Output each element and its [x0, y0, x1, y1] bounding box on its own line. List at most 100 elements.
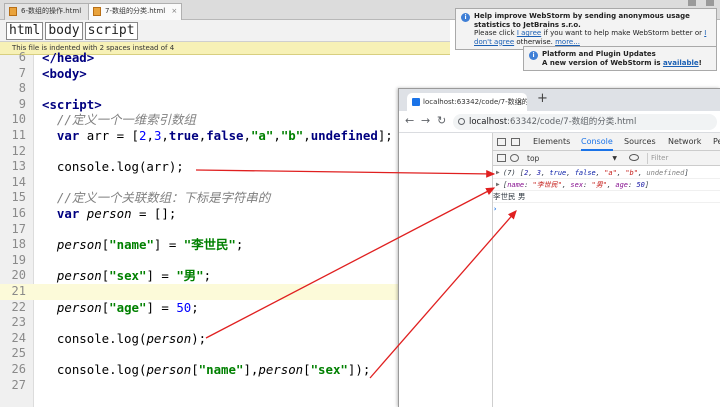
more-link[interactable]: more... [555, 38, 580, 46]
console-line-assoc[interactable]: ▶ [name: "李世民", sex: "男", age: 50] [493, 179, 720, 191]
notification-text: Please click [474, 29, 515, 37]
notification-text: if you want to help make WebStorm better… [543, 29, 702, 37]
line-number: 11 [11, 128, 26, 142]
code-text: console.log(arr); [42, 159, 184, 175]
code-text: //定义一个一维索引数组 [42, 112, 196, 128]
notification-text: A new version of WebStorm is [542, 58, 661, 67]
line-number: 24 [11, 330, 26, 345]
usage-stats-notification: i Help improve WebStorm by sending anony… [455, 8, 717, 50]
devtools-tab-bar: Elements Console Sources Network Pe [493, 133, 720, 151]
code-text: person["age"] = 50; [56, 299, 199, 315]
code-text: var person = []; [56, 206, 177, 221]
forward-icon[interactable]: → [421, 114, 430, 127]
tab-label: 7-数组的分类.html [105, 7, 166, 15]
tab-sources[interactable]: Sources [624, 133, 656, 151]
context-select[interactable]: top ▼ [523, 153, 619, 164]
line-number: 19 [11, 252, 26, 267]
clear-console-icon[interactable] [510, 154, 519, 162]
breadcrumb-body[interactable]: body [45, 21, 83, 40]
line-number: 18 [11, 237, 26, 252]
code-text: <script> [42, 96, 102, 112]
close-icon[interactable]: × [171, 7, 177, 15]
notification-text: otherwise. [516, 37, 553, 46]
code-text: var arr = [2,3,true,false,"a","b",undefi… [56, 128, 393, 143]
tab-elements[interactable]: Elements [533, 133, 570, 151]
code-text: console.log(person["name"],person["sex"]… [42, 362, 371, 377]
code-text: <body> [42, 65, 87, 81]
line-number: 22 [11, 299, 26, 314]
line-number: 10 [11, 112, 26, 127]
reload-icon[interactable]: ↻ [437, 114, 446, 127]
device-icon[interactable] [511, 138, 520, 146]
new-tab-icon[interactable]: + [537, 91, 548, 106]
code-text: console.log(person); [42, 330, 207, 346]
code-text: person["sex"] = "男"; [56, 268, 212, 284]
toolbar-icons [688, 0, 714, 8]
agree-link[interactable]: I agree [517, 29, 541, 37]
array-count: (7) [503, 169, 516, 177]
breadcrumb: html body script [0, 20, 450, 42]
line-number: 7 [18, 65, 26, 80]
tab-console[interactable]: Console [581, 133, 613, 151]
console-line-array[interactable]: ▶ (7) [2, 3, true, false, "a", "b", undef… [493, 167, 720, 179]
browser-tab-strip: localhost:63342/code/7-数组的 × + [399, 89, 720, 111]
info-icon: i [529, 51, 538, 60]
line-number: 23 [11, 315, 26, 330]
line-number: 13 [11, 159, 26, 174]
notification-text: ! [698, 58, 702, 67]
globe-icon [412, 98, 420, 106]
tab-performance[interactable]: Pe [713, 133, 720, 151]
editor-tab-array-ops[interactable]: 6-数组的操作.html × [4, 3, 99, 20]
breadcrumb-script[interactable]: script [84, 21, 138, 40]
info-icon[interactable] [458, 118, 465, 125]
line-number: 9 [18, 96, 26, 111]
browser-tab[interactable]: localhost:63342/code/7-数组的 × [407, 93, 527, 111]
sidebar-toggle-icon[interactable] [497, 154, 506, 162]
console-output: ▶ (7) [2, 3, true, false, "a", "b", undef… [493, 167, 720, 215]
editor-tab-array-types[interactable]: 7-数组的分类.html × [88, 3, 183, 20]
breadcrumb-html[interactable]: html [6, 21, 44, 40]
line-number: 26 [11, 362, 26, 376]
line-number: 20 [11, 268, 26, 283]
available-link[interactable]: available [663, 59, 699, 67]
line-number: 17 [11, 221, 26, 236]
window-icon[interactable] [688, 0, 696, 6]
tab-network[interactable]: Network [668, 133, 701, 151]
context-value: top [527, 154, 540, 163]
line-number: 6 [18, 50, 26, 64]
expand-triangle-icon[interactable]: ▶ [496, 167, 500, 179]
code-text: person["name"] = "李世民"; [56, 237, 244, 253]
line-number: 14 [11, 174, 26, 189]
eye-icon[interactable] [629, 154, 639, 161]
console-line-text: 李世民 男 [493, 191, 720, 203]
filter-input[interactable]: Filter [647, 153, 719, 164]
line-number: 27 [11, 377, 26, 392]
url-path: :63342/code/7-数组的分类.html [507, 117, 637, 127]
line-number: 15 [11, 190, 26, 205]
code-text: //定义一个关联数组：下标是字符串的 [42, 190, 271, 206]
address-bar[interactable]: localhost:63342/code/7-数组的分类.html [453, 114, 717, 130]
browser-tab-title: localhost:63342/code/7-数组的 [423, 98, 527, 106]
back-icon[interactable]: ← [405, 114, 414, 127]
notification-title: Help improve WebStorm by sending anonymo… [474, 12, 690, 29]
line-number: 25 [11, 346, 26, 361]
code-text: </head> [42, 50, 95, 65]
page-viewport [399, 133, 493, 407]
browser-window: localhost:63342/code/7-数组的 × + ← → ↻ loc… [398, 88, 720, 407]
line-number: 16 [11, 206, 26, 220]
expand-triangle-icon[interactable]: ▶ [496, 179, 500, 191]
url-host: localhost [469, 117, 508, 127]
info-icon: i [461, 13, 470, 22]
chevron-down-icon: ▼ [612, 155, 617, 162]
close-icon[interactable]: × [516, 93, 523, 111]
console-prompt[interactable]: › [493, 203, 720, 215]
line-number: 12 [11, 143, 26, 158]
line-number: 21 [11, 284, 26, 298]
browser-nav-bar: ← → ↻ localhost:63342/code/7-数组的分类.html [399, 111, 720, 133]
notification-title: Platform and Plugin Updates [542, 50, 656, 58]
prompt-chevron-icon: › [493, 205, 498, 213]
inspect-icon[interactable] [497, 138, 506, 146]
tab-label: 6-数组的操作.html [21, 7, 82, 15]
window-icon[interactable] [706, 0, 714, 6]
line-number: 8 [18, 81, 26, 96]
